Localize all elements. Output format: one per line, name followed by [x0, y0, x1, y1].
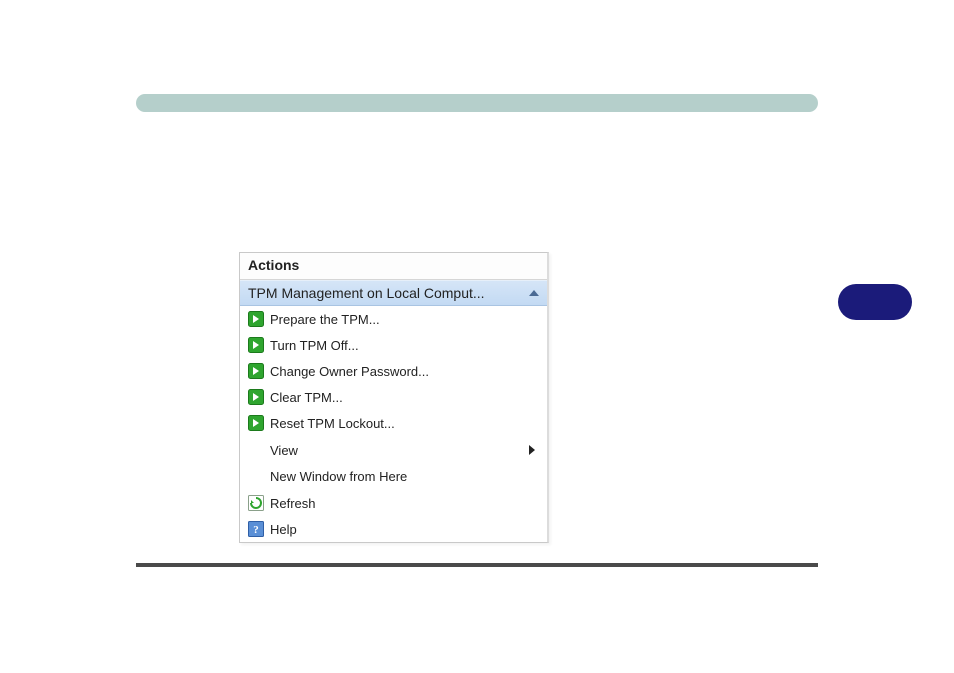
action-arrow-icon	[248, 336, 270, 354]
action-clear-tpm[interactable]: Clear TPM...	[240, 384, 547, 410]
blank-icon	[248, 467, 270, 485]
decorative-bottom-bar	[136, 563, 818, 567]
action-label: New Window from Here	[270, 469, 539, 484]
decorative-top-bar	[136, 94, 818, 112]
action-arrow-icon	[248, 388, 270, 406]
action-label: View	[270, 443, 529, 458]
refresh-icon	[248, 494, 270, 512]
decorative-pill	[838, 284, 912, 320]
action-new-window-from-here[interactable]: New Window from Here	[240, 463, 547, 489]
action-label: Refresh	[270, 496, 539, 511]
action-help[interactable]: ? Help	[240, 516, 547, 542]
section-header-tpm-management[interactable]: TPM Management on Local Comput...	[240, 280, 547, 306]
blank-icon	[248, 441, 270, 459]
action-label: Clear TPM...	[270, 390, 539, 405]
action-arrow-icon	[248, 310, 270, 328]
action-change-owner-password[interactable]: Change Owner Password...	[240, 358, 547, 384]
section-header-label: TPM Management on Local Comput...	[248, 285, 485, 301]
action-view[interactable]: View	[240, 437, 547, 463]
help-icon: ?	[248, 520, 270, 538]
action-prepare-the-tpm[interactable]: Prepare the TPM...	[240, 306, 547, 332]
action-label: Reset TPM Lockout...	[270, 416, 539, 431]
svg-text:?: ?	[253, 524, 259, 536]
actions-panel-title: Actions	[240, 253, 547, 280]
submenu-arrow-icon	[529, 445, 535, 455]
action-label: Change Owner Password...	[270, 364, 539, 379]
collapse-up-icon	[529, 290, 539, 296]
action-arrow-icon	[248, 414, 270, 432]
action-label: Help	[270, 522, 539, 537]
action-label: Prepare the TPM...	[270, 312, 539, 327]
action-label: Turn TPM Off...	[270, 338, 539, 353]
action-arrow-icon	[248, 362, 270, 380]
actions-panel: Actions TPM Management on Local Comput..…	[239, 252, 549, 543]
action-reset-tpm-lockout[interactable]: Reset TPM Lockout...	[240, 410, 547, 436]
action-refresh[interactable]: Refresh	[240, 490, 547, 516]
action-turn-tpm-off[interactable]: Turn TPM Off...	[240, 332, 547, 358]
